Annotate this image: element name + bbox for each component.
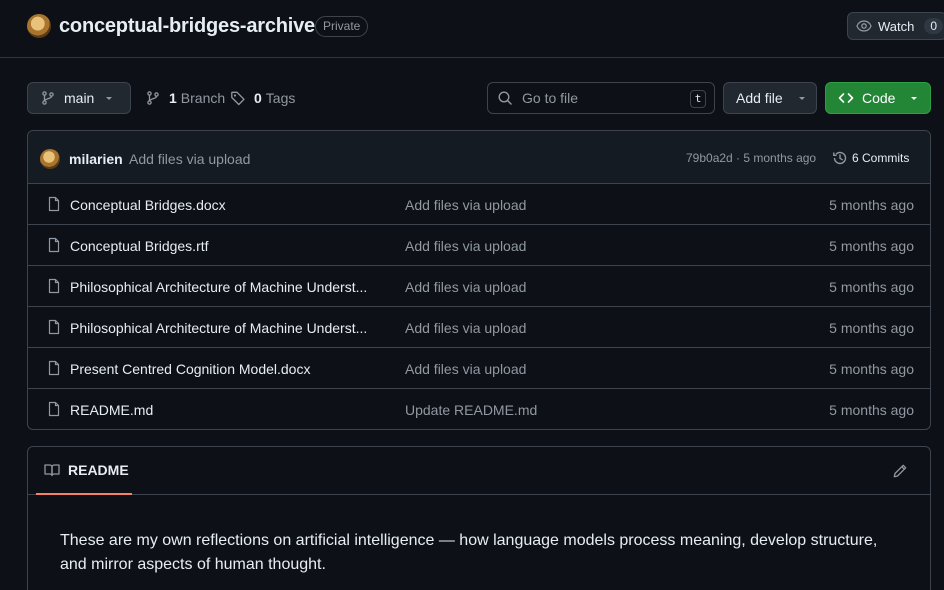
tag-count: 0	[254, 90, 262, 106]
visibility-badge: Private	[315, 16, 369, 37]
file-commit-message[interactable]: Add files via upload	[405, 320, 526, 336]
file-icon	[46, 237, 62, 253]
branches-link[interactable]: 1 Branch	[145, 90, 225, 106]
watch-label: Watch	[878, 18, 915, 34]
add-file-label: Add file	[736, 90, 783, 106]
tab-readme[interactable]: README	[36, 447, 132, 495]
file-row: Conceptual Bridges.rtf Add files via upl…	[28, 225, 930, 266]
code-icon	[838, 90, 854, 106]
commit-hash-time[interactable]: 79b0a2d · 5 months ago	[686, 151, 816, 165]
repo-header: conceptual-bridges-archive Private Watch…	[0, 0, 944, 58]
search-shortcut-key: t	[690, 90, 706, 108]
chevron-down-icon	[104, 93, 114, 103]
file-row: Present Centred Cognition Model.docx Add…	[28, 348, 930, 389]
file-icon	[46, 360, 62, 376]
commit-author[interactable]: milarien	[69, 151, 123, 167]
chevron-down-icon	[909, 93, 919, 103]
eye-icon	[856, 18, 872, 34]
file-commit-date: 5 months ago	[829, 197, 914, 213]
tags-link[interactable]: 0 Tags	[230, 90, 295, 106]
readme-tabbar: README	[28, 447, 930, 495]
file-commit-message[interactable]: Add files via upload	[405, 361, 526, 377]
file-commit-date: 5 months ago	[829, 361, 914, 377]
search-icon	[497, 90, 513, 106]
file-commit-message[interactable]: Add files via upload	[405, 197, 526, 213]
branch-word: Branch	[180, 90, 226, 106]
file-icon	[46, 196, 62, 212]
author-avatar[interactable]	[40, 149, 60, 169]
repo-name[interactable]: conceptual-bridges-archive	[59, 15, 315, 38]
file-commit-date: 5 months ago	[829, 320, 914, 336]
watch-count: 0	[924, 18, 944, 34]
owner-avatar[interactable]	[27, 14, 51, 38]
file-browser: milarien Add files via upload 79b0a2d · …	[27, 130, 931, 430]
git-branch-icon	[145, 90, 161, 106]
file-row: README.md Update README.md 5 months ago	[28, 389, 930, 429]
file-commit-date: 5 months ago	[829, 402, 914, 418]
file-name[interactable]: Conceptual Bridges.docx	[70, 197, 370, 213]
branch-label: main	[64, 90, 95, 106]
file-row: Philosophical Architecture of Machine Un…	[28, 307, 930, 348]
watch-button[interactable]: Watch 0	[847, 12, 944, 40]
add-file-button[interactable]: Add file	[723, 82, 817, 114]
file-commit-date: 5 months ago	[829, 279, 914, 295]
book-icon	[44, 462, 60, 478]
chevron-down-icon	[797, 93, 807, 103]
tag-word: Tags	[265, 90, 296, 106]
readme-panel: README These are my own reflections on a…	[27, 446, 931, 590]
code-button[interactable]: Code	[825, 82, 931, 114]
file-name[interactable]: Present Centred Cognition Model.docx	[70, 361, 370, 377]
file-icon	[46, 401, 62, 417]
file-commit-message[interactable]: Add files via upload	[405, 238, 526, 254]
code-label: Code	[862, 90, 896, 106]
file-name[interactable]: Philosophical Architecture of Machine Un…	[70, 320, 370, 336]
file-name[interactable]: Conceptual Bridges.rtf	[70, 238, 370, 254]
file-commit-message[interactable]: Add files via upload	[405, 279, 526, 295]
search-placeholder: Go to file	[522, 90, 579, 106]
file-name[interactable]: README.md	[70, 402, 370, 418]
file-commit-date: 5 months ago	[829, 238, 914, 254]
tag-icon	[230, 90, 246, 106]
readme-tab-label: README	[68, 462, 129, 478]
readme-body: These are my own reflections on artifici…	[60, 532, 878, 573]
file-icon	[46, 319, 62, 335]
git-branch-icon	[40, 90, 56, 106]
latest-commit-bar: milarien Add files via upload 79b0a2d · …	[28, 131, 930, 184]
branch-selector-button[interactable]: main	[27, 82, 131, 114]
commits-count: 6 Commits	[852, 151, 910, 165]
branch-count: 1	[169, 90, 177, 106]
file-icon	[46, 278, 62, 294]
file-commit-message[interactable]: Update README.md	[405, 402, 537, 418]
go-to-file-search[interactable]: Go to file t	[487, 82, 715, 114]
file-name[interactable]: Philosophical Architecture of Machine Un…	[70, 279, 370, 295]
file-row: Conceptual Bridges.docx Add files via up…	[28, 184, 930, 225]
commits-history-link[interactable]: 6 Commits	[832, 150, 909, 166]
commit-message[interactable]: Add files via upload	[129, 151, 250, 167]
history-icon	[832, 150, 848, 166]
file-row: Philosophical Architecture of Machine Un…	[28, 266, 930, 307]
pencil-icon[interactable]	[892, 463, 908, 479]
